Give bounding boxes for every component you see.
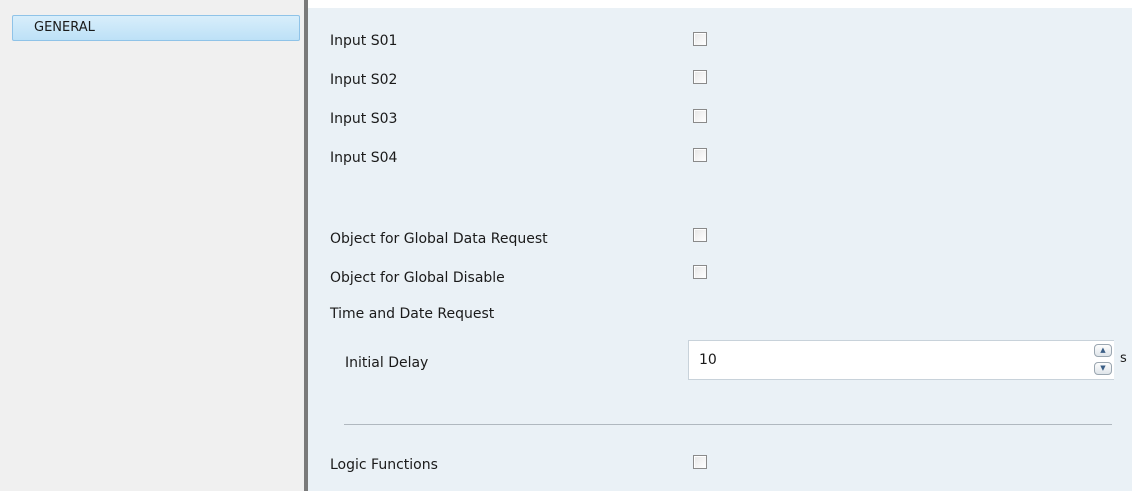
initial-delay-label: Initial Delay <box>345 355 429 371</box>
input-s01-checkbox[interactable] <box>693 32 707 46</box>
sidebar-item-label: GENERAL <box>34 20 95 35</box>
logic-functions-label: Logic Functions <box>330 457 438 473</box>
logic-functions-checkbox[interactable] <box>693 455 707 469</box>
spin-down-icon: ▼ <box>1100 364 1106 372</box>
sidebar: GENERAL <box>0 0 304 491</box>
spin-down-button[interactable]: ▼ <box>1094 362 1112 375</box>
input-s02-label: Input S02 <box>330 72 398 88</box>
global-disable-label: Object for Global Disable <box>330 270 505 286</box>
initial-delay-unit: s <box>1120 351 1127 366</box>
parameters-panel: Input S01 Input S02 Input S03 Input S04 … <box>308 8 1132 491</box>
global-data-request-checkbox[interactable] <box>693 228 707 242</box>
initial-delay-value: 10 <box>699 352 717 368</box>
sidebar-item-general[interactable]: GENERAL <box>12 15 300 41</box>
section-divider <box>344 424 1112 425</box>
spin-up-button[interactable]: ▲ <box>1094 344 1112 357</box>
input-s02-checkbox[interactable] <box>693 70 707 84</box>
initial-delay-input[interactable]: 10 <box>688 340 1114 380</box>
global-disable-checkbox[interactable] <box>693 265 707 279</box>
spin-up-icon: ▲ <box>1100 346 1106 354</box>
input-s04-label: Input S04 <box>330 150 398 166</box>
input-s03-label: Input S03 <box>330 111 398 127</box>
input-s04-checkbox[interactable] <box>693 148 707 162</box>
input-s03-checkbox[interactable] <box>693 109 707 123</box>
global-data-request-label: Object for Global Data Request <box>330 231 548 247</box>
time-date-request-label: Time and Date Request <box>330 306 495 322</box>
input-s01-label: Input S01 <box>330 33 398 49</box>
